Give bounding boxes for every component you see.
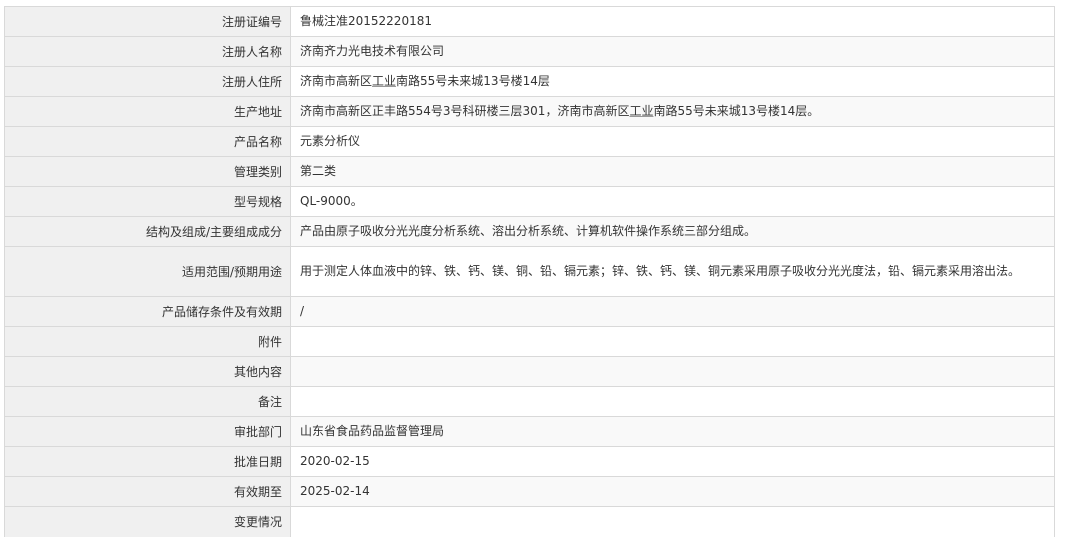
value-text: 济南市高新区 (300, 74, 373, 88)
row-label: 变更情况 (4, 506, 291, 537)
table-row: 型号规格 QL-9000。 (4, 186, 1055, 217)
row-label: 注册人住所 (4, 66, 291, 97)
row-value (290, 506, 1055, 537)
table-row: 管理类别 第二类 (4, 156, 1055, 187)
registration-detail-table: 注册证编号 鲁械注准20152220181 注册人名称 济南齐力光电技术有限公司… (4, 6, 1055, 537)
row-value: 济南齐力光电技术有限公司 (290, 36, 1055, 67)
row-value (290, 356, 1055, 387)
row-label: 其他内容 (4, 356, 291, 387)
row-value: 第二类 (290, 156, 1055, 187)
row-value: 2020-02-15 (290, 446, 1055, 477)
row-value: 济南市高新区工业南路55号未来城13号楼14层 (290, 66, 1055, 97)
table-row: 适用范围/预期用途 用于测定人体血液中的锌、铁、钙、镁、铜、铅、镉元素；锌、铁、… (4, 246, 1055, 297)
table-row: 注册人名称 济南齐力光电技术有限公司 (4, 36, 1055, 67)
row-label: 产品储存条件及有效期 (4, 296, 291, 327)
row-label: 产品名称 (4, 126, 291, 157)
table-row: 生产地址 济南市高新区正丰路554号3号科研楼三层301，济南市高新区工业南路5… (4, 96, 1055, 127)
row-label: 注册人名称 (4, 36, 291, 67)
row-label: 备注 (4, 386, 291, 417)
value-text: 南路55号未来城13号楼14层。 (653, 104, 820, 118)
table-row: 产品名称 元素分析仪 (4, 126, 1055, 157)
row-value (290, 386, 1055, 417)
row-value: 济南市高新区正丰路554号3号科研楼三层301，济南市高新区工业南路55号未来城… (290, 96, 1055, 127)
row-label: 适用范围/预期用途 (4, 246, 291, 297)
row-label: 型号规格 (4, 186, 291, 217)
row-value: 元素分析仪 (290, 126, 1055, 157)
table-row: 批准日期 2020-02-15 (4, 446, 1055, 477)
table-row: 其他内容 (4, 356, 1055, 387)
value-text: 济南市高新区正丰路554号3号科研楼三层301，济南市高新区 (300, 104, 630, 118)
row-value: 产品由原子吸收分光光度分析系统、溶出分析系统、计算机软件操作系统三部分组成。 (290, 216, 1055, 247)
table-row: 审批部门 山东省食品药品监督管理局 (4, 416, 1055, 447)
row-label: 批准日期 (4, 446, 291, 477)
row-value: 用于测定人体血液中的锌、铁、钙、镁、铜、铅、镉元素；锌、铁、钙、镁、铜元素采用原… (290, 246, 1055, 297)
address-link[interactable]: 工业 (372, 74, 396, 88)
table-row: 结构及组成/主要组成成分 产品由原子吸收分光光度分析系统、溶出分析系统、计算机软… (4, 216, 1055, 247)
row-value: QL-9000。 (290, 186, 1055, 217)
table-row: 附件 (4, 326, 1055, 357)
row-label: 附件 (4, 326, 291, 357)
value-text: 南路55号未来城13号楼14层 (396, 74, 550, 88)
table-row: 注册人住所 济南市高新区工业南路55号未来城13号楼14层 (4, 66, 1055, 97)
row-label: 注册证编号 (4, 6, 291, 37)
table-row: 变更情况 (4, 506, 1055, 537)
row-label: 生产地址 (4, 96, 291, 127)
table-row: 备注 (4, 386, 1055, 417)
row-value (290, 326, 1055, 357)
table-row: 有效期至 2025-02-14 (4, 476, 1055, 507)
row-label: 审批部门 (4, 416, 291, 447)
row-label: 管理类别 (4, 156, 291, 187)
row-label: 有效期至 (4, 476, 291, 507)
row-label: 结构及组成/主要组成成分 (4, 216, 291, 247)
row-value: 山东省食品药品监督管理局 (290, 416, 1055, 447)
address-link[interactable]: 工业 (629, 104, 653, 118)
row-value: 鲁械注准20152220181 (290, 6, 1055, 37)
row-value: / (290, 296, 1055, 327)
table-row: 注册证编号 鲁械注准20152220181 (4, 6, 1055, 37)
table-row: 产品储存条件及有效期 / (4, 296, 1055, 327)
row-value: 2025-02-14 (290, 476, 1055, 507)
